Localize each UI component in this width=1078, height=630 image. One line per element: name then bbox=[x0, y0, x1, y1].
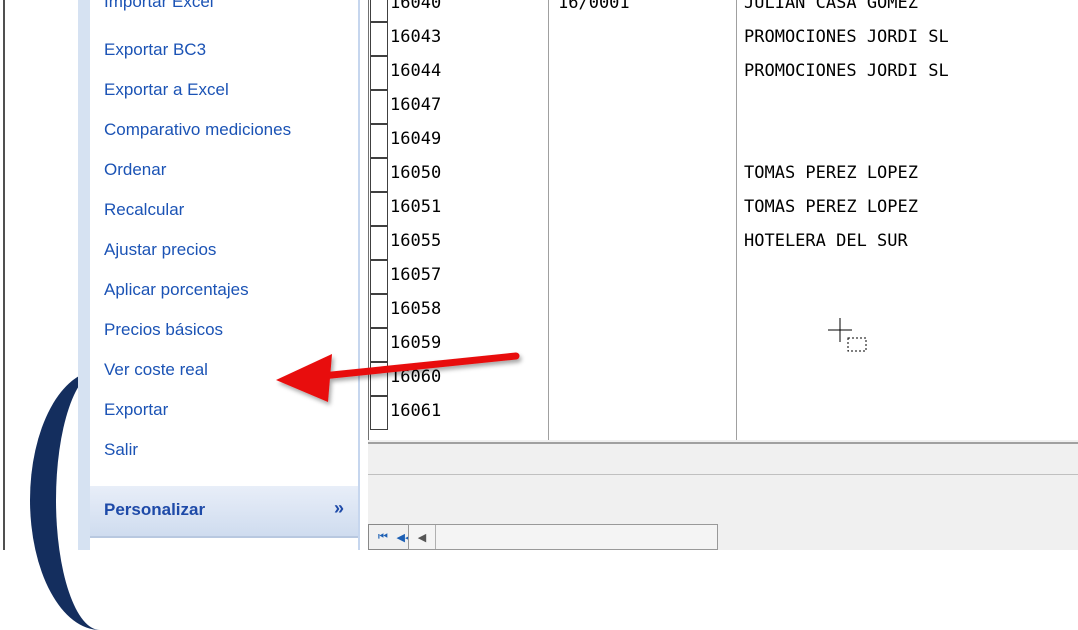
cell-code[interactable]: 16058 bbox=[390, 292, 441, 326]
cell-client[interactable]: PROMOCIONES JORDI SL bbox=[744, 20, 949, 54]
row-selector[interactable] bbox=[370, 192, 388, 226]
row-selector[interactable] bbox=[370, 260, 388, 294]
personalizar-label: Personalizar bbox=[104, 500, 206, 519]
cell-code[interactable]: 16057 bbox=[390, 258, 441, 292]
cell-code[interactable]: 16050 bbox=[390, 156, 441, 190]
table-row[interactable]: 16043 PROMOCIONES JORDI SL bbox=[370, 20, 1078, 56]
row-selector[interactable] bbox=[370, 22, 388, 56]
cell-code[interactable]: 16043 bbox=[390, 20, 441, 54]
row-selector[interactable] bbox=[370, 124, 388, 158]
menu-exportar-a-excel[interactable]: Exportar a Excel bbox=[104, 76, 229, 104]
horizontal-scrollbar[interactable]: ◀ bbox=[408, 524, 718, 550]
menu-recalcular[interactable]: Recalcular bbox=[104, 196, 184, 224]
crosshair-cursor-icon bbox=[828, 318, 867, 352]
cell-code[interactable]: 16049 bbox=[390, 122, 441, 156]
cell-client[interactable]: TOMAS PEREZ LOPEZ bbox=[744, 190, 918, 224]
task-panel: Importar Excel Exportar BC3 Exportar a Exc… bbox=[78, 0, 360, 550]
row-selector[interactable] bbox=[370, 0, 388, 22]
cell-code[interactable]: 16044 bbox=[390, 54, 441, 88]
row-selector[interactable] bbox=[370, 226, 388, 260]
row-selector[interactable] bbox=[370, 158, 388, 192]
table-row[interactable]: 16050 TOMAS PEREZ LOPEZ bbox=[370, 156, 1078, 192]
cell-client[interactable]: PROMOCIONES JORDI SL bbox=[744, 54, 949, 88]
table-row[interactable]: 16058 bbox=[370, 292, 1078, 328]
table-row[interactable]: 16044 PROMOCIONES JORDI SL bbox=[370, 54, 1078, 90]
menu-salir[interactable]: Salir bbox=[104, 436, 138, 464]
cell-code[interactable]: 16047 bbox=[390, 88, 441, 122]
table-row[interactable]: 16051 TOMAS PEREZ LOPEZ bbox=[370, 190, 1078, 226]
menu-ajustar-precios[interactable]: Ajustar precios bbox=[104, 236, 216, 264]
table-row[interactable]: 16055 HOTELERA DEL SUR bbox=[370, 224, 1078, 260]
menu-precios-basicos[interactable]: Precios básicos bbox=[104, 316, 223, 344]
table-row[interactable]: 16047 bbox=[370, 88, 1078, 124]
table-row[interactable]: 16040 16/0001 JULIAN CASA GOMEZ bbox=[370, 0, 1078, 22]
window-left-edge bbox=[0, 0, 12, 550]
menu-ver-coste-real[interactable]: Ver coste real bbox=[104, 356, 208, 384]
table-row[interactable]: 16049 bbox=[370, 122, 1078, 158]
data-grid: 16040 16/0001 JULIAN CASA GOMEZ 16043 PROMOC… bbox=[360, 0, 1078, 550]
menu-ordenar[interactable]: Ordenar bbox=[104, 156, 166, 184]
menu-aplicar-porcentajes[interactable]: Aplicar porcentajes bbox=[104, 276, 249, 304]
cell-code[interactable]: 16040 bbox=[390, 0, 441, 20]
personalizar-section-header[interactable]: Personalizar » bbox=[90, 486, 358, 536]
menu-comparativo-mediciones[interactable]: Comparativo mediciones bbox=[104, 116, 291, 144]
row-selector[interactable] bbox=[370, 56, 388, 90]
panel-bottom-divider bbox=[90, 536, 358, 538]
cell-code[interactable]: 16051 bbox=[390, 190, 441, 224]
cell-ref[interactable]: 16/0001 bbox=[558, 0, 630, 20]
cell-client[interactable]: TOMAS PEREZ LOPEZ bbox=[744, 156, 918, 190]
red-arrow-icon bbox=[276, 352, 520, 402]
cell-code[interactable]: 16055 bbox=[390, 224, 441, 258]
menu-importar-excel[interactable]: Importar Excel bbox=[104, 0, 214, 16]
row-selector[interactable] bbox=[370, 294, 388, 328]
chevron-down-icon[interactable]: » bbox=[334, 498, 344, 519]
table-row[interactable]: 16057 bbox=[370, 258, 1078, 294]
cell-client[interactable]: JULIAN CASA GOMEZ bbox=[744, 0, 918, 20]
cell-client[interactable]: HOTELERA DEL SUR bbox=[744, 224, 908, 258]
row-selector[interactable] bbox=[370, 90, 388, 124]
scroll-left-arrow-icon[interactable]: ◀ bbox=[409, 525, 436, 549]
nav-first-button[interactable]: ⏮ bbox=[373, 527, 393, 547]
menu-exportar[interactable]: Exportar bbox=[104, 396, 168, 424]
menu-exportar-bc3[interactable]: Exportar BC3 bbox=[104, 36, 206, 64]
